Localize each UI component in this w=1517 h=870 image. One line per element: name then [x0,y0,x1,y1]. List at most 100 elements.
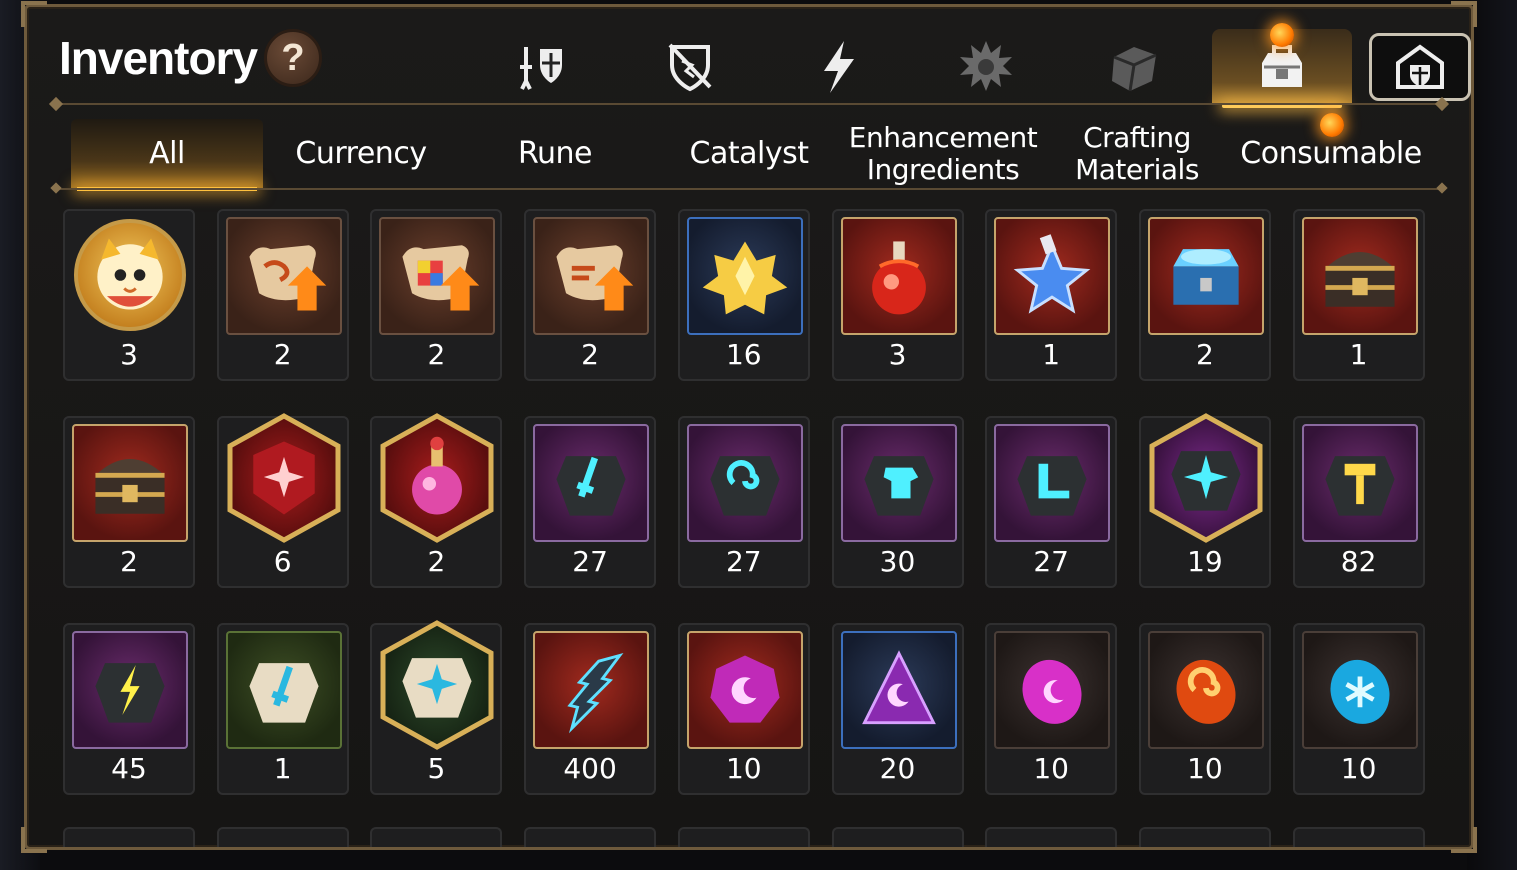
tab-rune[interactable]: Rune [459,119,651,189]
item-frame [377,412,497,544]
inventory-slot[interactable]: 3 [831,209,964,381]
broken-shield-icon [668,43,712,92]
help-button[interactable]: ? [264,29,322,87]
crate-icon [1112,47,1157,92]
pale-star-stone-icon [389,637,485,733]
item-frame [1147,631,1264,749]
inventory-slot[interactable]: 400 [524,623,657,795]
glowing-blue-chest-icon [1158,228,1254,324]
tab-all[interactable]: All [71,119,263,191]
inventory-slot[interactable]: 2 [370,209,503,381]
pale-sword-stone-icon [236,642,332,738]
inventory-slot[interactable]: 19 [1138,413,1271,588]
inventory-slot[interactable]: 45 [63,623,195,795]
tab-enhancement-ingredients[interactable]: Enhancement Ingredients [847,119,1039,189]
inventory-slot[interactable]: 6 [216,413,349,588]
inventory-slot[interactable]: 2 [1138,209,1271,381]
shield-house-icon [1396,44,1444,89]
red-swirl-orb-icon [1158,642,1254,738]
inventory-slot-partial[interactable] [1138,827,1271,847]
inventory-slot-partial[interactable] [524,827,657,847]
item-frame [994,217,1111,335]
item-count: 5 [427,752,446,785]
item-frame [840,424,957,542]
blue-snowflake-orb-icon [1312,642,1408,738]
inventory-slot[interactable]: 27 [524,416,657,588]
item-frame [72,424,188,542]
inventory-panel: Inventory ? All Currency Rune Catalyst E… [21,1,1477,853]
item-count: 27 [1033,545,1069,578]
inventory-slot-partial[interactable] [370,827,503,847]
scroll-upgrade-icon [543,228,639,324]
inventory-slot[interactable]: 82 [1292,416,1425,588]
item-count: 2 [120,545,138,578]
splash-emblem-icon [960,41,1012,91]
background-right [1467,0,1517,870]
armor-rune-stone-icon [851,435,947,531]
inventory-slot[interactable]: 2 [216,209,349,381]
item-frame [1301,217,1418,335]
inventory-slot[interactable]: 10 [1292,623,1425,795]
item-count: 1 [1349,338,1368,371]
tab-crafting-materials[interactable]: Crafting Materials [1041,119,1233,189]
inventory-slot[interactable]: 1 [985,209,1118,381]
item-frame [840,631,957,749]
page-title: Inventory [59,32,258,84]
inventory-slot-partial[interactable] [985,827,1118,847]
scroll-rainbow-cube-upgrade-icon [389,228,485,324]
inventory-slot-partial[interactable] [831,827,964,847]
item-frame [224,412,344,544]
tab-lightning[interactable] [768,29,908,105]
tab-helmet-shield[interactable] [472,29,612,105]
tab-shield-house[interactable] [1369,33,1471,101]
inventory-slot[interactable]: 30 [831,416,964,588]
item-count: 2 [427,338,446,371]
ornate-chest-icon [82,435,178,531]
tab-crate[interactable] [1064,29,1204,105]
red-potion-flask-icon [851,228,947,324]
notification-badge [1320,113,1344,137]
inventory-slot[interactable]: 1 [1292,209,1425,381]
inventory-slot[interactable]: 1 [216,623,349,795]
tab-currency[interactable]: Currency [265,119,457,189]
inventory-slot-partial[interactable] [1292,827,1425,847]
inventory-slot[interactable]: 27 [985,416,1118,588]
purple-moon-gem-icon [697,642,793,738]
item-count: 3 [120,338,138,371]
tab-splash-emblem[interactable] [916,29,1056,105]
pink-moon-orb-icon [1004,642,1100,738]
notification-badge [1270,23,1294,47]
item-count: 19 [1187,545,1223,578]
dark-crystal-shard-icon [543,642,639,738]
inventory-slot[interactable]: 3 [63,209,195,381]
item-count: 2 [273,338,292,371]
inventory-slot[interactable]: 2 [63,416,195,588]
inventory-slot[interactable]: 20 [831,623,964,795]
item-count: 1 [273,752,292,785]
inventory-slot[interactable]: 16 [677,209,810,381]
purple-moon-triangle-icon [851,642,947,738]
item-frame [377,619,497,751]
inventory-slot[interactable]: 10 [985,623,1118,795]
inventory-slot-partial[interactable] [216,827,349,847]
item-count: 30 [879,545,916,578]
item-frame [533,631,650,749]
item-count: 45 [111,752,147,785]
red-star-stone-icon [236,430,332,526]
item-count: 27 [572,545,608,578]
item-frame [1301,424,1418,542]
spiral-rune-stone-icon [697,435,793,531]
item-frame [1147,217,1264,335]
inventory-slot[interactable]: 27 [677,416,810,588]
item-count: 400 [563,752,617,785]
tab-catalyst[interactable]: Catalyst [653,119,845,189]
inventory-slot-partial[interactable] [677,827,810,847]
item-count: 10 [1187,752,1223,785]
inventory-slot-partial[interactable] [63,827,195,847]
inventory-slot[interactable]: 10 [677,623,810,795]
inventory-slot[interactable]: 2 [370,413,503,588]
inventory-slot[interactable]: 2 [524,209,657,381]
inventory-slot[interactable]: 10 [1138,623,1271,795]
tab-broken-shield[interactable] [620,29,760,105]
inventory-slot[interactable]: 5 [370,620,503,795]
